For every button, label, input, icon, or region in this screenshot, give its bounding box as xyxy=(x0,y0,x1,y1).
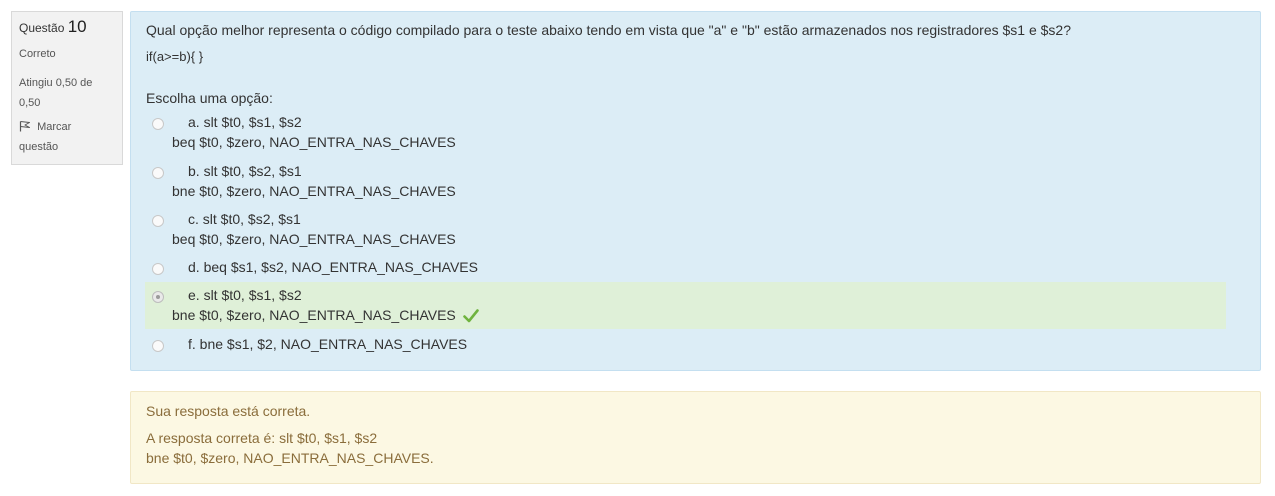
option-e-line-2-wrap: bne $t0, $zero, NAO_ENTRA_NAS_CHAVES xyxy=(172,305,479,325)
option-c-line-1: c. slt $t0, $s2, $s1 xyxy=(188,211,301,227)
radio-option-f[interactable] xyxy=(152,340,164,352)
question-formulation: Qual opção melhor representa o código co… xyxy=(130,11,1261,371)
radio-option-b[interactable] xyxy=(152,167,164,179)
answer-option-f[interactable]: f. bne $s1, $2, NAO_ENTRA_NAS_CHAVES xyxy=(145,334,1226,356)
answer-prompt: Escolha uma opção: xyxy=(146,90,273,106)
flag-question-link[interactable]: Marcar questão xyxy=(19,117,115,157)
flag-label-line-1: Marcar xyxy=(37,121,72,133)
option-a-line-2: beq $t0, $zero, NAO_ENTRA_NAS_CHAVES xyxy=(172,134,456,150)
answer-option-b[interactable]: b. slt $t0, $s2, $s1 bne $t0, $zero, NAO… xyxy=(145,161,1226,205)
grade-line-1: Atingiu 0,50 de xyxy=(19,77,93,89)
question-state: Correto xyxy=(19,48,56,60)
answer-option-c[interactable]: c. slt $t0, $s2, $s1 beq $t0, $zero, NAO… xyxy=(145,209,1226,253)
correct-answer-line-1: A resposta correta é: slt $t0, $s1, $s2 xyxy=(146,430,378,446)
grade-line-2: 0,50 xyxy=(19,97,41,109)
question-grade: Atingiu 0,50 de 0,50 xyxy=(19,73,115,113)
option-e-line-1: e. slt $t0, $s1, $s2 xyxy=(188,287,302,303)
radio-option-d[interactable] xyxy=(152,263,164,275)
question-number: Questão 10 xyxy=(19,18,115,37)
flag-icon xyxy=(19,121,30,132)
option-b-line-1: b. slt $t0, $s2, $s1 xyxy=(188,163,302,179)
question-info-panel: Questão 10 Correto Atingiu 0,50 de 0,50 … xyxy=(11,11,123,165)
option-b-line-2: bne $t0, $zero, NAO_ENTRA_NAS_CHAVES xyxy=(172,183,456,199)
radio-option-e[interactable] xyxy=(152,291,164,303)
question-code: if(a>=b){ } xyxy=(146,49,204,64)
answer-option-d[interactable]: d. beq $s1, $s2, NAO_ENTRA_NAS_CHAVES xyxy=(145,257,1226,279)
question-text: Qual opção melhor representa o código co… xyxy=(146,22,1071,38)
option-d-line-1: d. beq $s1, $s2, NAO_ENTRA_NAS_CHAVES xyxy=(188,259,478,275)
correct-answer-line-2: bne $t0, $zero, NAO_ENTRA_NAS_CHAVES. xyxy=(146,450,434,466)
radio-option-c[interactable] xyxy=(152,215,164,227)
flag-label-line-2: questão xyxy=(19,141,59,153)
option-c-line-2: beq $t0, $zero, NAO_ENTRA_NAS_CHAVES xyxy=(172,231,456,247)
correct-check-icon xyxy=(462,309,479,323)
answer-option-e[interactable]: e. slt $t0, $s1, $s2 bne $t0, $zero, NAO… xyxy=(145,282,1226,329)
question-number-value: 10 xyxy=(67,17,87,36)
answer-option-a[interactable]: a. slt $t0, $s1, $s2 beq $t0, $zero, NAO… xyxy=(145,112,1226,156)
question-label: Questão xyxy=(19,21,65,35)
radio-option-a[interactable] xyxy=(152,118,164,130)
option-a-line-1: a. slt $t0, $s1, $s2 xyxy=(188,114,302,130)
feedback-status: Sua resposta está correta. xyxy=(146,403,311,419)
feedback-panel: Sua resposta está correta. A resposta co… xyxy=(130,391,1261,484)
option-e-line-2: bne $t0, $zero, NAO_ENTRA_NAS_CHAVES xyxy=(172,307,456,323)
option-f-line-1: f. bne $s1, $2, NAO_ENTRA_NAS_CHAVES xyxy=(188,336,468,352)
